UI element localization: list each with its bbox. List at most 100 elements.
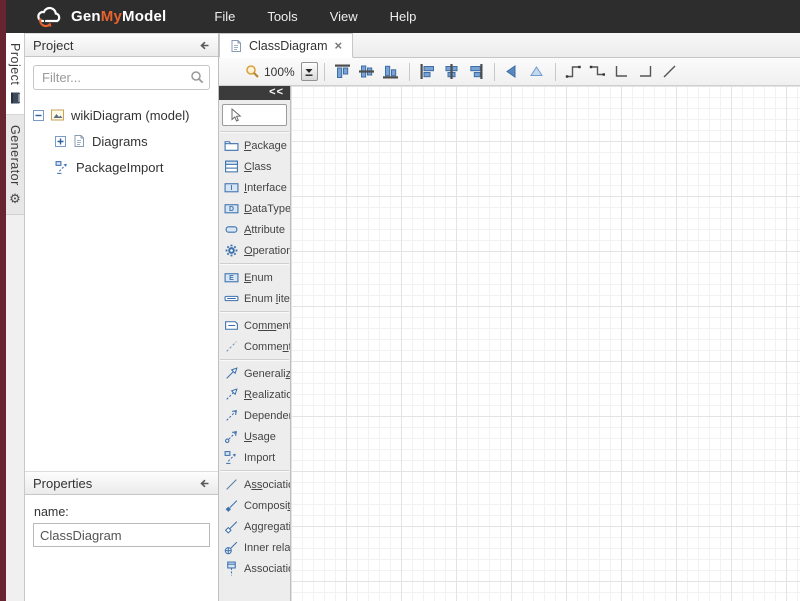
datatype-icon: D xyxy=(224,201,239,216)
palette-item-datatype[interactable]: DDataType xyxy=(219,198,290,219)
palette-item-inner-relation[interactable]: Inner relation xyxy=(219,537,290,558)
tool-palette: << PackageClassIInterfaceDDataType Attrib… xyxy=(219,86,291,601)
palette-divider xyxy=(220,470,289,472)
menu-help[interactable]: Help xyxy=(386,3,421,30)
align-top-button[interactable] xyxy=(331,61,355,83)
enum-literal-icon xyxy=(224,291,239,306)
palette-item-attribute[interactable]: Attribute xyxy=(219,219,290,240)
palette-item-label: Composition xyxy=(244,500,290,512)
palette-item-dependency[interactable]: Dependency xyxy=(219,405,290,426)
collapse-minus-icon[interactable] xyxy=(33,110,44,121)
toolbar-separator xyxy=(409,63,410,81)
toolbar-separator xyxy=(494,63,495,81)
flip-horizontal-button[interactable] xyxy=(501,61,525,83)
palette-item-label: Realization xyxy=(244,389,290,401)
side-tab-project[interactable]: Project xyxy=(6,33,24,115)
palette-item-enum-literal[interactable]: Enum literal xyxy=(219,288,290,309)
name-field[interactable] xyxy=(33,523,210,547)
diagram-icon xyxy=(229,39,243,53)
collapse-left-arrow-icon[interactable] xyxy=(197,39,210,52)
palette-item-label: Dependency xyxy=(244,410,290,422)
flip-vertical-button[interactable] xyxy=(525,61,549,83)
tree-row-wikidiagram[interactable]: wikiDiagram (model) xyxy=(25,102,218,128)
palette-item-enum[interactable]: EEnum xyxy=(219,267,290,288)
palette-item-comment[interactable]: Comment xyxy=(219,315,290,336)
palette-item-label: Comment xyxy=(244,320,290,332)
pointer-tool-button[interactable] xyxy=(222,104,287,126)
palette-item-label: Association xyxy=(244,479,290,491)
palette-divider xyxy=(220,311,289,313)
route-oblique-button[interactable] xyxy=(658,61,682,83)
side-tab-generator[interactable]: Generator⚙ xyxy=(6,115,24,215)
palette-item-generalization[interactable]: Generalization xyxy=(219,363,290,384)
brand: GenMyModel xyxy=(34,6,166,28)
flip-vertical-icon xyxy=(528,63,545,80)
align-left-button[interactable] xyxy=(416,61,440,83)
route-corner-left-button[interactable] xyxy=(610,61,634,83)
collapse-left-arrow-icon[interactable] xyxy=(197,477,210,490)
toolbar-separator xyxy=(324,63,325,81)
route-zigzag-button[interactable] xyxy=(586,61,610,83)
usage-icon xyxy=(224,429,239,444)
filter-input[interactable] xyxy=(33,65,210,90)
align-center-button[interactable] xyxy=(440,61,464,83)
menu-view[interactable]: View xyxy=(326,3,362,30)
tree-label: Diagrams xyxy=(92,134,148,149)
route-corner-right-button[interactable] xyxy=(634,61,658,83)
window-edge-strip xyxy=(0,0,6,601)
comment-link-icon xyxy=(224,339,239,354)
palette-item-composition[interactable]: Composition xyxy=(219,495,290,516)
palette-item-import[interactable]: Import xyxy=(219,447,290,468)
svg-text:I: I xyxy=(231,185,233,192)
import-icon xyxy=(224,450,239,465)
align-bottom-button[interactable] xyxy=(379,61,403,83)
route-elbow-button[interactable] xyxy=(562,61,586,83)
palette-item-label: Attribute xyxy=(244,224,285,236)
palette-item-interface[interactable]: IInterface xyxy=(219,177,290,198)
composition-icon xyxy=(224,498,239,513)
editor-area: ClassDiagram × 100% << PackageCl xyxy=(219,33,800,601)
attribute-icon xyxy=(224,222,239,237)
route-corner-right-icon xyxy=(637,63,654,80)
magnifier-icon xyxy=(245,64,260,79)
palette-item-package[interactable]: Package xyxy=(219,135,290,156)
palette-item-usage[interactable]: Usage xyxy=(219,426,290,447)
align-top-icon xyxy=(334,63,351,80)
diagram-canvas[interactable] xyxy=(291,86,800,601)
book-icon xyxy=(8,91,23,105)
palette-item-label: Generalization xyxy=(244,368,290,380)
palette-item-association[interactable]: Association xyxy=(219,474,290,495)
tree-row-diagrams[interactable]: Diagrams xyxy=(25,128,218,154)
package-icon xyxy=(224,138,239,153)
project-tree: wikiDiagram (model) Diagrams PackageImport xyxy=(25,98,218,471)
palette-item-operation[interactable]: Operation xyxy=(219,240,290,261)
palette-divider xyxy=(220,131,289,133)
palette-item-class[interactable]: Class xyxy=(219,156,290,177)
palette-item-comment-link[interactable]: Comment Link xyxy=(219,336,290,357)
tree-row-packageimport[interactable]: PackageImport xyxy=(25,154,218,180)
zoom-dropdown-button[interactable] xyxy=(301,62,318,81)
palette-item-label: Comment Link xyxy=(244,341,290,353)
expand-plus-icon[interactable] xyxy=(55,136,66,147)
palette-item-realization[interactable]: Realization xyxy=(219,384,290,405)
palette-collapse-button[interactable]: << xyxy=(269,86,284,98)
tree-label: wikiDiagram (model) xyxy=(71,108,189,123)
tab-classdiagram[interactable]: ClassDiagram × xyxy=(219,33,353,58)
properties-panel-title: Properties xyxy=(33,476,92,491)
route-oblique-icon xyxy=(661,63,678,80)
close-icon[interactable]: × xyxy=(334,40,344,52)
palette-item-aggregation[interactable]: Aggregation xyxy=(219,516,290,537)
align-left-icon xyxy=(419,63,436,80)
left-panel: Project wikiDiagram (model)DiagramsPacka… xyxy=(25,33,219,601)
align-middle-button[interactable] xyxy=(355,61,379,83)
cursor-icon xyxy=(230,108,242,122)
operation-icon xyxy=(224,243,239,258)
tab-label: ClassDiagram xyxy=(249,39,328,53)
align-right-button[interactable] xyxy=(464,61,488,83)
side-tab-strip: ProjectGenerator⚙ xyxy=(6,33,25,601)
menu-tools[interactable]: Tools xyxy=(263,3,301,30)
menu-file[interactable]: File xyxy=(210,3,239,30)
palette-item-association-class[interactable]: Association Cl... xyxy=(219,558,290,579)
enum-icon: E xyxy=(224,270,239,285)
palette-item-label: Association Cl... xyxy=(244,563,290,575)
